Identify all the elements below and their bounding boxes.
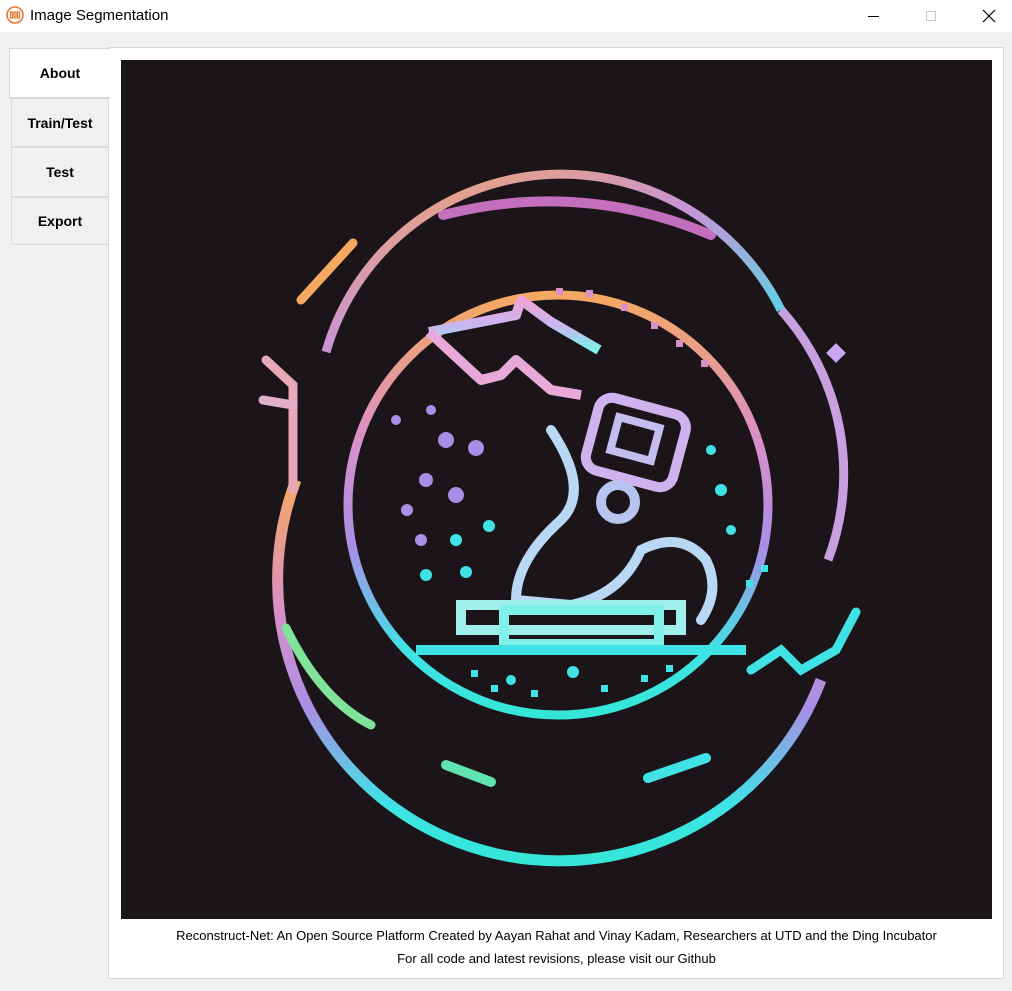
tab-test[interactable]: Test	[11, 147, 108, 197]
title-bar: Image Segmentation	[0, 0, 1012, 32]
tab-about[interactable]: About	[9, 48, 110, 98]
tab-label: About	[39, 65, 81, 81]
tab-export[interactable]: Export	[11, 197, 108, 245]
tab-label: Export	[37, 213, 83, 229]
tab-label: Train/Test	[27, 114, 93, 131]
microscope-logo-illustration	[121, 60, 992, 919]
caption-github: For all code and latest revisions, pleas…	[397, 951, 716, 966]
close-icon	[982, 9, 996, 23]
minimize-button[interactable]	[850, 0, 896, 32]
caption-credits: Reconstruct-Net: An Open Source Platform…	[176, 928, 937, 943]
utd-logo-icon	[6, 6, 24, 24]
window-title: Image Segmentation	[30, 7, 169, 24]
tab-train-test[interactable]: Train/Test	[11, 98, 108, 147]
maximize-icon	[926, 11, 936, 21]
tab-label: Test	[46, 164, 74, 180]
maximize-button[interactable]	[908, 0, 954, 32]
minimize-icon	[867, 15, 879, 17]
close-button[interactable]	[966, 0, 1012, 32]
